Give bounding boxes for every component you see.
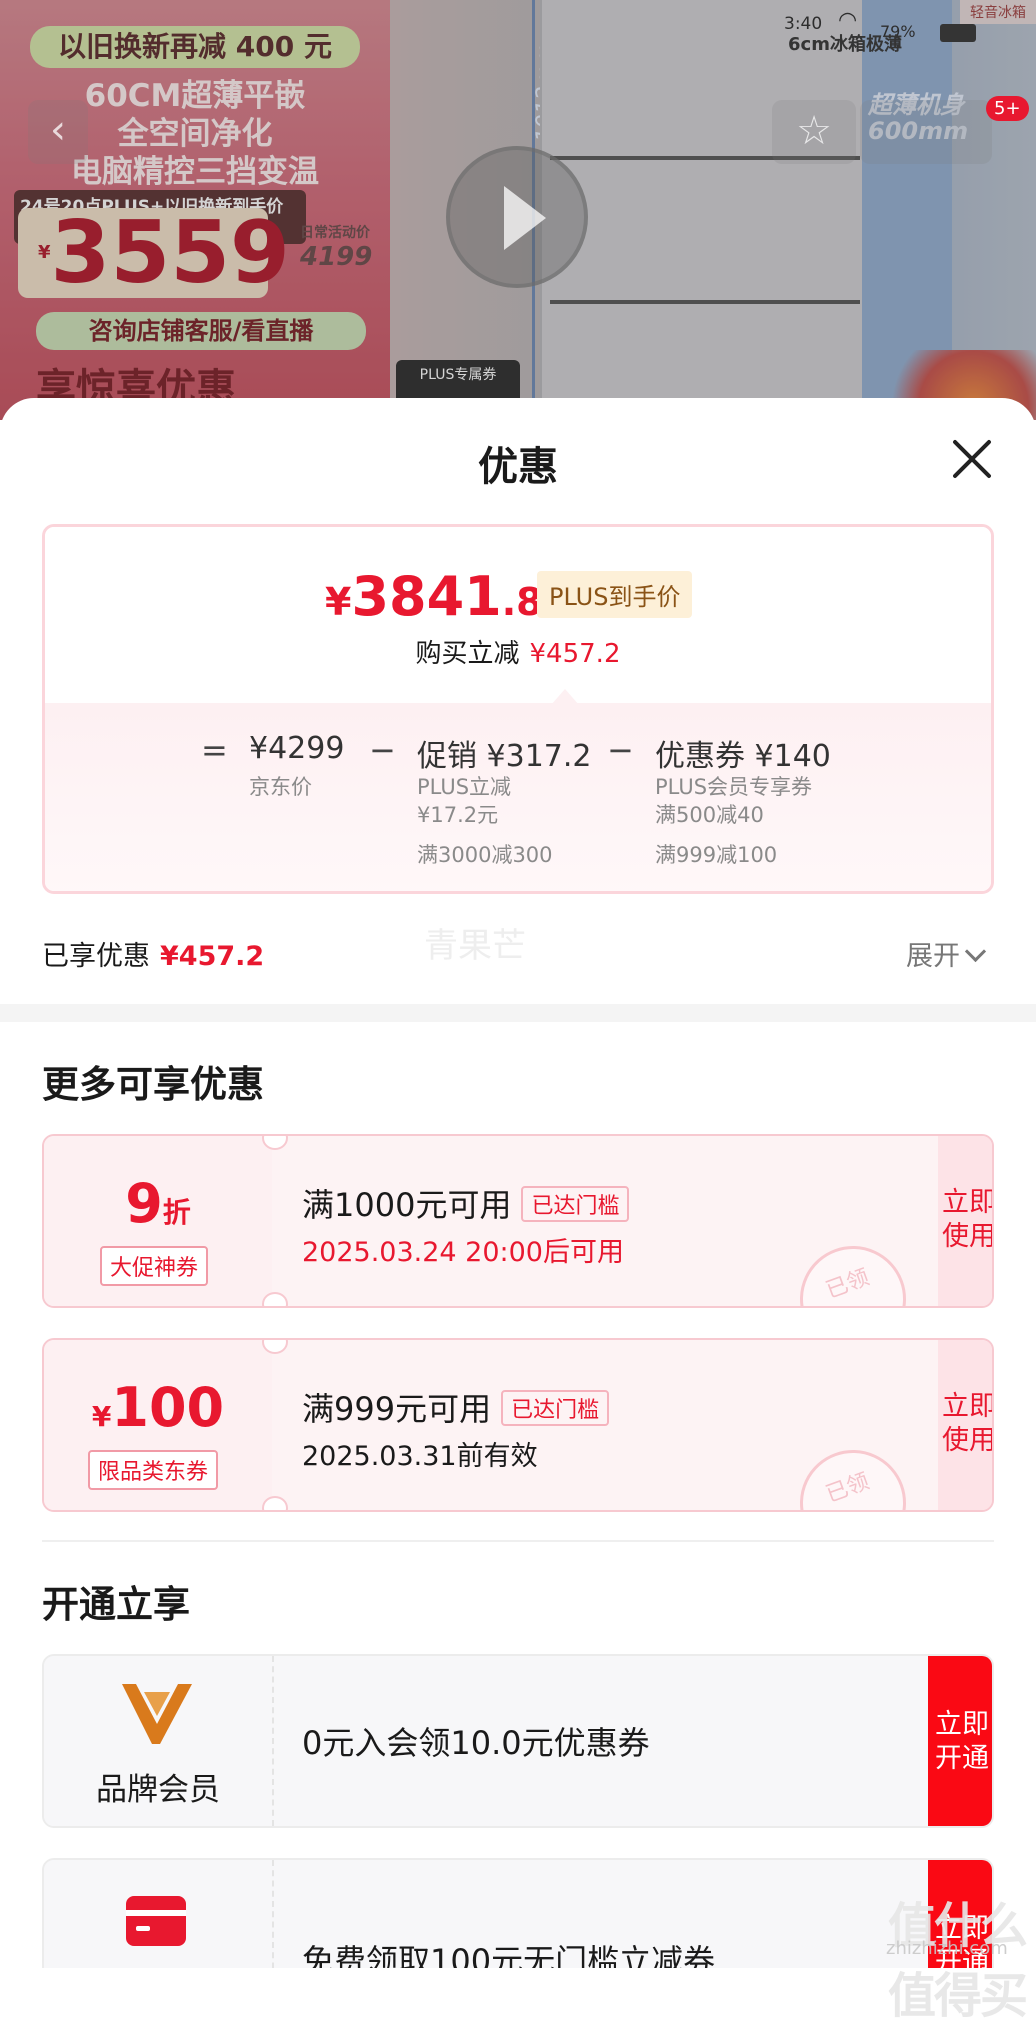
promo-sub: PLUS立减 [417, 775, 512, 799]
card-offer-card[interactable]: 免费领取100元无门槛立减券 立即开通 [42, 1858, 994, 1968]
member-offer-text: 免费领取100元无门槛立减券 [302, 1942, 716, 1968]
coupon-card[interactable]: ¥100 限品类东券 满999元可用 已达门槛 2025.03.31前有效 已领 … [42, 1338, 994, 1512]
coupon-condition: 满1000元可用 已达门槛 [302, 1180, 630, 1226]
coupon-amount: ¥100 [91, 1376, 225, 1439]
member-logo-area: 品牌会员 [44, 1656, 274, 1826]
minus-sign: − [607, 731, 634, 769]
favorite-button[interactable]: ☆ [772, 100, 856, 164]
close-icon[interactable] [946, 434, 996, 484]
minus-sign: − [369, 731, 396, 769]
enjoyed-discount-row: 已享优惠 ¥457.2 [42, 934, 264, 973]
enjoyed-amount: ¥457.2 [160, 941, 265, 972]
price-summary: ¥3841.8 PLUS到手价 购买立减 ¥457.2 [45, 527, 991, 703]
chevron-down-icon [964, 940, 987, 963]
more-discounts-title: 更多可享优惠 [42, 1063, 264, 1106]
section-divider [0, 1004, 1036, 1022]
open-enjoy-title: 开通立享 [42, 1583, 190, 1626]
coupon-info: 满999元可用 已达门槛 2025.03.31前有效 已领 [272, 1340, 938, 1510]
promo-sub: 满3000减300 [417, 843, 553, 867]
coupon-sub: 满500减40 [655, 803, 764, 827]
enjoyed-label: 已享优惠 [42, 941, 150, 972]
coupon-sub: 满999减100 [655, 843, 778, 867]
promo-value: 促销 ¥317.2 [417, 739, 592, 774]
expand-label: 展开 [906, 941, 960, 972]
price-formula: = ¥4299 京东价 − 促销 ¥317.2 PLUS立减 ¥17.2元 满3… [45, 703, 991, 891]
equals-sign: = [201, 731, 228, 769]
chevron-left-icon: ‹ [50, 107, 66, 153]
promo-sub: ¥17.2元 [417, 803, 499, 827]
back-button[interactable]: ‹ [28, 100, 88, 164]
brand-member-card[interactable]: 品牌会员 0元入会领10.0元优惠券 立即开通 [42, 1654, 994, 1828]
coupon-value-area: 9折 大促神券 [44, 1136, 272, 1306]
price-breakdown-card: ¥3841.8 PLUS到手价 购买立减 ¥457.2 = ¥4299 京东价 −… [42, 524, 994, 894]
plus-price-badge: PLUS到手价 [537, 571, 693, 618]
use-now-button[interactable]: 立即使用 [938, 1136, 992, 1306]
coupon-discount: 9折 [125, 1172, 191, 1235]
member-offer-text: 0元入会领10.0元优惠券 [302, 1724, 650, 1762]
jd-price-label: 京东价 [249, 775, 312, 799]
coupon-card[interactable]: 9折 大促神券 满1000元可用 已达门槛 2025.03.24 20:00后可用… [42, 1134, 994, 1308]
coupon-type-tag: 限品类东券 [88, 1450, 219, 1490]
coupon-validity: 2025.03.24 20:00后可用 [302, 1237, 624, 1268]
sheet-title: 优惠 [478, 444, 558, 490]
member-logo-area [44, 1860, 274, 1968]
final-price: ¥3841.8 [325, 565, 543, 628]
discount-sheet: 优惠 ¥3841.8 PLUS到手价 购买立减 ¥457.2 = ¥4299 京东… [0, 398, 1036, 1968]
threshold-reached-tag: 已达门槛 [501, 1390, 610, 1426]
open-now-button[interactable]: 立即开通 [928, 1656, 992, 1826]
video-play-button[interactable] [446, 146, 588, 288]
share-button[interactable] [860, 100, 992, 164]
instant-discount-label: 购买立减 [415, 639, 520, 669]
coupon-condition: 满999元可用 已达门槛 [302, 1384, 610, 1430]
jd-price: ¥4299 [249, 731, 345, 766]
credit-card-icon [126, 1896, 186, 1946]
product-backdrop: 以旧换新再减 400 元 60CM超薄平嵌 全空间净化 电脑精控三挡变温 24号… [0, 0, 1036, 420]
coupon-validity: 2025.03.31前有效 [302, 1441, 538, 1472]
watermark-text: 青果芒 [424, 926, 526, 966]
use-now-button[interactable]: 立即使用 [938, 1340, 992, 1510]
coupon-info: 满1000元可用 已达门槛 2025.03.24 20:00后可用 已领 [272, 1136, 938, 1306]
star-icon: ☆ [796, 108, 832, 154]
instant-discount-amount: ¥457.2 [529, 639, 621, 669]
notification-badge: 5+ [986, 96, 1029, 121]
section-divider [42, 1540, 994, 1542]
instant-discount-row: 购买立减 ¥457.2 [45, 633, 991, 670]
coupon-sub: PLUS会员专享券 [655, 775, 813, 799]
threshold-reached-tag: 已达门槛 [521, 1186, 630, 1222]
coupon-value: 优惠券 ¥140 [655, 739, 831, 774]
brand-logo-icon [122, 1684, 192, 1744]
site-watermark-url: zhizhizhi.com [886, 1938, 1008, 1959]
brand-member-name: 品牌会员 [96, 1772, 220, 1808]
claimed-stamp: 已领 [785, 1231, 921, 1306]
coupon-type-tag: 大促神券 [100, 1246, 209, 1286]
expand-button[interactable]: 展开 [906, 934, 987, 973]
claimed-stamp: 已领 [785, 1435, 921, 1510]
coupon-value-area: ¥100 限品类东券 [44, 1340, 272, 1510]
